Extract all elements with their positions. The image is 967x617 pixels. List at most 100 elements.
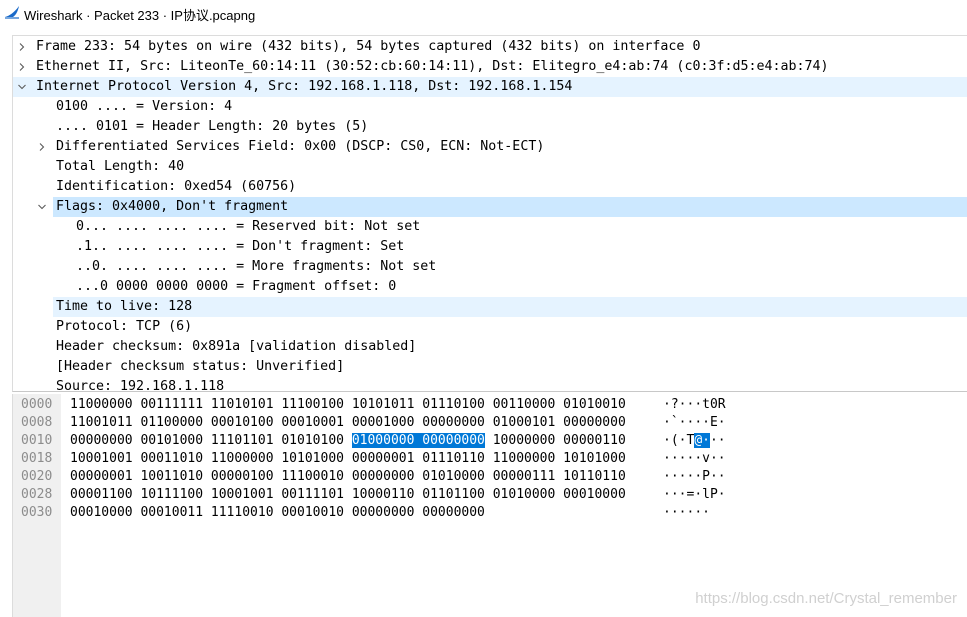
- ascii-char[interactable]: ·: [671, 505, 679, 520]
- tree-item[interactable]: Source: 192.168.1.118: [13, 377, 967, 391]
- ascii-char[interactable]: ·: [694, 397, 702, 412]
- ascii-char[interactable]: ·: [718, 451, 726, 466]
- byte-values[interactable]: 11001011 01100000 00010100 00010001 0000…: [70, 414, 626, 432]
- packet-details-tree[interactable]: Frame 233: 54 bytes on wire (432 bits), …: [12, 35, 967, 392]
- byte[interactable]: 01110100: [422, 397, 485, 412]
- byte[interactable]: 00010100: [211, 415, 274, 430]
- ascii-char[interactable]: ·: [710, 469, 718, 484]
- ascii-char[interactable]: ·: [694, 451, 702, 466]
- ascii-column[interactable]: ·····v··: [663, 450, 726, 468]
- byte[interactable]: 00000000: [422, 505, 485, 520]
- ascii-char[interactable]: ·: [663, 451, 671, 466]
- byte[interactable]: 10011010: [140, 469, 203, 484]
- byte[interactable]: 10111100: [140, 487, 203, 502]
- byte[interactable]: 00101000: [140, 433, 203, 448]
- byte[interactable]: 00000000: [422, 415, 485, 430]
- ascii-char[interactable]: ·: [671, 451, 679, 466]
- tree-item[interactable]: [Header checksum status: Unverified]: [13, 357, 967, 377]
- byte[interactable]: 01010010: [563, 397, 626, 412]
- byte[interactable]: 10101000: [281, 451, 344, 466]
- byte[interactable]: 01000101: [493, 415, 556, 430]
- ascii-char[interactable]: `: [671, 415, 679, 430]
- ascii-column[interactable]: ······: [663, 504, 710, 522]
- byte[interactable]: 11001011: [70, 415, 133, 430]
- byte-values[interactable]: 00010000 00010011 11110010 00010010 0000…: [70, 504, 485, 522]
- tree-item[interactable]: Protocol: TCP (6): [13, 317, 967, 337]
- byte[interactable]: 01110110: [422, 451, 485, 466]
- ascii-char[interactable]: ·: [710, 451, 718, 466]
- byte[interactable]: 10000110: [352, 487, 415, 502]
- tree-item[interactable]: Identification: 0xed54 (60756): [13, 177, 967, 197]
- byte[interactable]: 10101011: [352, 397, 415, 412]
- ascii-column[interactable]: ···=·lP·: [663, 486, 726, 504]
- tree-item[interactable]: .1.. .... .... .... = Don't fragment: Se…: [13, 237, 967, 257]
- selected-byte[interactable]: 01000000: [351, 433, 415, 448]
- ascii-char[interactable]: ·: [718, 433, 726, 448]
- ascii-char[interactable]: R: [718, 397, 726, 412]
- tree-item[interactable]: Ethernet II, Src: LiteonTe_60:14:11 (30:…: [13, 57, 967, 77]
- byte[interactable]: 00001000: [352, 415, 415, 430]
- byte[interactable]: 00000100: [211, 469, 274, 484]
- byte[interactable]: 00000001: [70, 469, 133, 484]
- ascii-column[interactable]: ·`····E·: [663, 414, 726, 432]
- tree-item[interactable]: .... 0101 = Header Length: 20 bytes (5): [13, 117, 967, 137]
- byte[interactable]: 00000000: [563, 415, 626, 430]
- ascii-column[interactable]: ·····P··: [663, 468, 726, 486]
- tree-item[interactable]: 0100 .... = Version: 4: [13, 97, 967, 117]
- byte[interactable]: 00000110: [563, 433, 626, 448]
- tree-item[interactable]: Total Length: 40: [13, 157, 967, 177]
- selected-byte[interactable]: 00000000: [422, 433, 485, 448]
- ascii-char[interactable]: ·: [663, 487, 671, 502]
- chevron-right-icon[interactable]: [38, 143, 46, 151]
- ascii-char[interactable]: ·: [663, 505, 671, 520]
- ascii-char[interactable]: ·: [663, 415, 671, 430]
- ascii-char[interactable]: ·: [718, 469, 726, 484]
- tree-item[interactable]: 0... .... .... .... = Reserved bit: Not …: [13, 217, 967, 237]
- byte[interactable]: 10000000: [493, 433, 556, 448]
- ascii-char[interactable]: ·: [694, 415, 702, 430]
- byte[interactable]: 00010000: [563, 487, 626, 502]
- byte[interactable]: 11000000: [211, 451, 274, 466]
- byte[interactable]: 10101000: [563, 451, 626, 466]
- tree-item[interactable]: ...0 0000 0000 0000 = Fragment offset: 0: [13, 277, 967, 297]
- tree-item[interactable]: Frame 233: 54 bytes on wire (432 bits), …: [13, 37, 967, 57]
- byte[interactable]: 11010101: [211, 397, 274, 412]
- byte[interactable]: 00001100: [70, 487, 133, 502]
- tree-item[interactable]: Internet Protocol Version 4, Src: 192.16…: [13, 77, 967, 97]
- byte[interactable]: 01010000: [493, 487, 556, 502]
- byte[interactable]: 00010011: [140, 505, 203, 520]
- ascii-char[interactable]: P: [702, 469, 710, 484]
- ascii-char[interactable]: ·: [718, 415, 726, 430]
- byte[interactable]: 00000000: [352, 505, 415, 520]
- ascii-char[interactable]: t: [702, 397, 710, 412]
- byte-values[interactable]: 11000000 00111111 11010101 11100100 1010…: [70, 396, 626, 414]
- tree-item[interactable]: ..0. .... .... .... = More fragments: No…: [13, 257, 967, 277]
- byte[interactable]: 11000000: [70, 397, 133, 412]
- byte[interactable]: 00000001: [352, 451, 415, 466]
- ascii-char[interactable]: ·: [663, 469, 671, 484]
- byte[interactable]: 11000000: [493, 451, 556, 466]
- chevron-right-icon[interactable]: [18, 43, 26, 51]
- byte[interactable]: 00011010: [140, 451, 203, 466]
- byte[interactable]: 01010000: [422, 469, 485, 484]
- byte[interactable]: 11100010: [281, 469, 344, 484]
- byte-values[interactable]: 10001001 00011010 11000000 10101000 0000…: [70, 450, 626, 468]
- ascii-char[interactable]: ·: [671, 469, 679, 484]
- ascii-char[interactable]: ?: [671, 397, 679, 412]
- ascii-char[interactable]: ·: [671, 487, 679, 502]
- ascii-char[interactable]: ·: [663, 397, 671, 412]
- byte[interactable]: 00110000: [493, 397, 556, 412]
- byte[interactable]: 11110010: [211, 505, 274, 520]
- chevron-down-icon[interactable]: [18, 83, 26, 91]
- tree-item[interactable]: Header checksum: 0x891a [validation disa…: [13, 337, 967, 357]
- ascii-char[interactable]: ·: [694, 505, 702, 520]
- ascii-char[interactable]: ·: [710, 433, 718, 448]
- chevron-down-icon[interactable]: [38, 203, 46, 211]
- ascii-char[interactable]: v: [702, 451, 710, 466]
- byte[interactable]: 00000000: [352, 469, 415, 484]
- byte[interactable]: 10110110: [563, 469, 626, 484]
- byte[interactable]: 01101100: [422, 487, 485, 502]
- byte[interactable]: 00000000: [70, 433, 133, 448]
- ascii-char[interactable]: E: [710, 415, 718, 430]
- ascii-column[interactable]: ·?···t0R: [663, 396, 726, 414]
